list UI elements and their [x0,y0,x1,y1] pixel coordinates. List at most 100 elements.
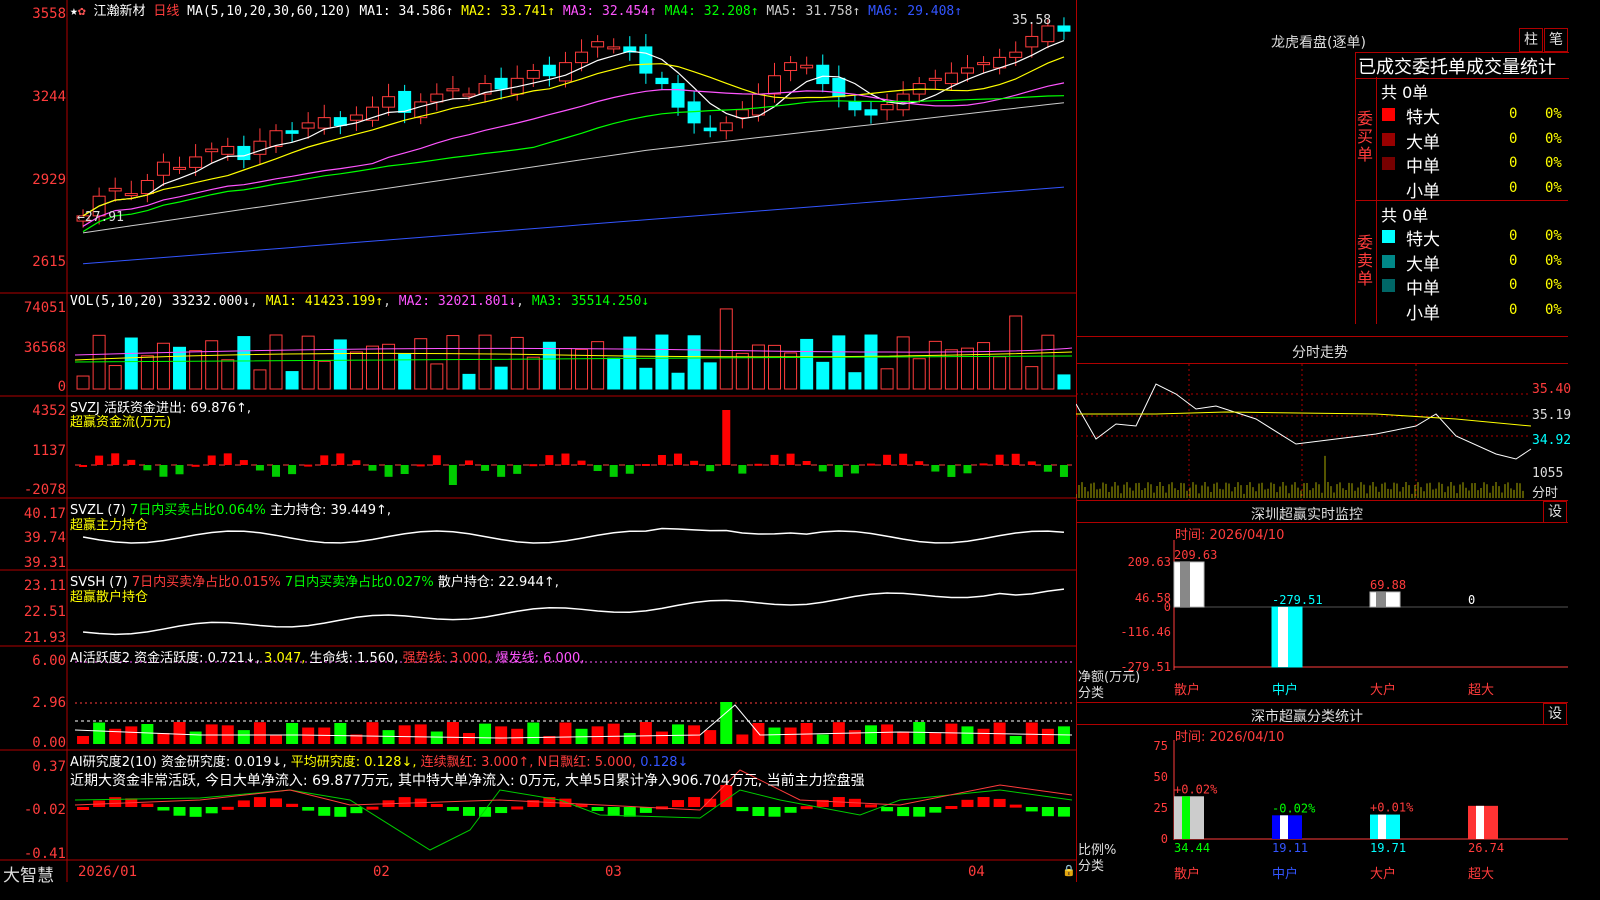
main-chart-area[interactable]: ★✿ 江瀚新材 日线 MA(5,10,20,30,60,120) MA1: 34… [0,0,1076,886]
monitor-xlabel: 分类 [1078,686,1105,701]
candle [301,122,315,129]
net-bar-highlight [1180,562,1190,607]
volume-bar [832,335,846,390]
volume-bar [800,338,814,390]
flow-bar [513,465,522,474]
research-bar [366,806,379,810]
svzj-subtitle: 超赢资金流(万元) [70,415,172,430]
svsh-axis-label: 23.11 [23,578,66,594]
flow-bar [706,465,715,472]
activity-bar [591,726,604,744]
activity-bar [672,724,685,744]
color-swatch [1382,254,1395,268]
flow-bar [111,453,120,465]
volume-bar [1041,334,1055,390]
monitor-axis-label: 0 [1164,600,1171,614]
flow-bar [979,463,988,466]
ratio-bar-highlight [1182,796,1190,839]
category-label: 散户 [1174,866,1200,882]
order-count: 0 [1509,252,1518,269]
vol-axis-label: 36568 [23,340,66,356]
volume-bar [784,352,798,390]
candle [237,145,251,161]
gear-icon[interactable]: ✿ [78,4,86,19]
research-bar [462,807,475,816]
volume-bar [1057,374,1071,390]
activity-bar [334,722,347,744]
svzj-axis-label: 4352 [32,403,66,419]
volume-bar [848,372,862,390]
flow-bar [593,465,602,472]
volume-bar [349,351,363,390]
flow-bar [207,455,216,465]
research-bar [446,807,459,811]
activity-bar [125,726,138,744]
price-axis-label: 2615 [32,254,66,270]
flow-bar [368,465,377,471]
svsh-axis-label: 22.51 [23,604,66,620]
lhb-tab-title[interactable]: 已成交委托单成交量统计 [1358,53,1556,79]
order-type-label: 小单 [1406,181,1440,202]
candle [108,187,122,192]
activity-bar [945,723,958,744]
volume-bar [542,341,556,390]
order-percent: 0% [1545,179,1562,196]
research-bar [897,807,910,817]
research-bar [173,807,186,816]
ai2-axis-label: 0.37 [32,759,66,775]
volume-bar [462,373,476,390]
period-label[interactable]: 日线 [153,4,179,19]
volume-bar [189,350,203,390]
flow-bar [657,455,666,465]
price-axis-label: 3558 [32,6,66,22]
candle [671,83,685,108]
star-icon[interactable]: ★ [70,4,78,19]
activity-bar [881,724,894,744]
volume-bar [478,334,492,390]
candle [784,62,798,71]
order-percent: 0% [1545,301,1562,318]
candle [719,122,733,132]
flow-bar [529,464,538,467]
svsh-subtitle: 超赢散户持仓 [70,590,149,605]
svzj-axis-label: -2078 [23,482,66,498]
activity-bar [382,730,395,744]
flow-bar [127,459,136,465]
activity-bar [93,722,106,744]
research-bar [350,807,363,814]
chart-canvas[interactable] [0,0,1076,882]
candle [928,77,942,81]
ai2-header: AI研究度2(10) 资金研究度: 0.019↓, 平均研究度: 0.128↓,… [70,755,689,770]
flow-bar [1011,453,1020,465]
lock-icon[interactable]: 🔒 [1062,864,1076,877]
research-bar [688,797,701,807]
svzl-axis-label: 39.31 [23,555,66,571]
flow-bar [223,453,232,465]
research-bar [495,807,508,814]
candle [462,93,476,97]
activity-bar [446,722,459,744]
date-label: 04 [968,864,985,880]
candle [365,106,379,121]
column-toggle-button[interactable]: 柱 [1519,28,1543,52]
flow-bar [448,465,457,485]
ma1-value: MA1: 34.586↑ [359,4,454,19]
candle [880,104,894,111]
ratio-value: 19.71 [1370,841,1406,855]
activity-bar [253,722,266,744]
intraday-chart[interactable] [1076,364,1568,500]
volume-bar [977,342,991,390]
monitor-settings-button[interactable]: 设 [1543,501,1567,523]
flow-bar [1027,461,1036,465]
classify-axis-label: 0 [1161,832,1168,846]
pen-toggle-button[interactable]: 笔 [1544,28,1568,52]
ai1-axis-label: 0.00 [32,735,66,751]
classify-settings-button[interactable]: 设 [1543,703,1567,725]
flow-bar [883,454,892,465]
volume-bar [446,335,460,390]
ai2-axis-label: -0.02 [23,802,66,818]
research-bar [977,797,990,807]
classify-xlabel: 分类 [1078,859,1105,874]
classify-axis-label: 75 [1154,740,1168,753]
ma-line [82,56,1065,217]
